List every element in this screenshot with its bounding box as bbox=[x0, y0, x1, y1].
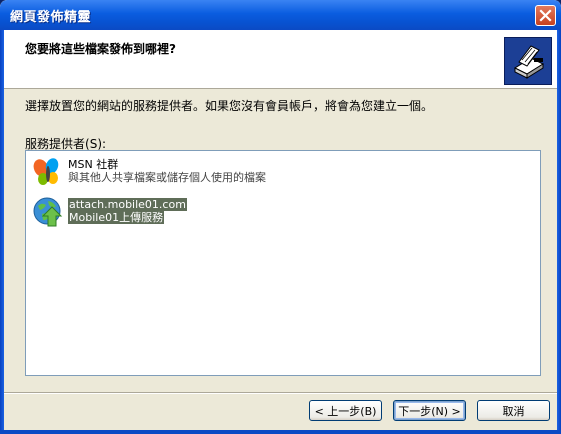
providers-label-accel: (S): bbox=[85, 137, 107, 151]
window-frame-left bbox=[0, 30, 4, 434]
wizard-question: 您要將這些檔案發佈到哪裡? bbox=[25, 42, 176, 56]
list-item-selected[interactable]: attach.mobile01.com Mobile01上傳服務 bbox=[32, 196, 212, 230]
title-bar[interactable]: 網頁發佈精靈 bbox=[0, 0, 561, 30]
close-icon bbox=[539, 9, 552, 22]
close-button[interactable] bbox=[535, 5, 556, 26]
button-separator bbox=[4, 392, 557, 394]
providers-label-text: 服務提供者 bbox=[25, 137, 86, 151]
back-button[interactable]: < 上一步(B) bbox=[309, 400, 382, 421]
window-frame-right bbox=[557, 30, 561, 434]
provider-description: Mobile01上傳服務 bbox=[68, 211, 165, 224]
publish-wizard-window: 網頁發佈精靈 您要將這些檔案發佈到哪裡? 選擇放置您的網站的服務提供者。如果您沒… bbox=[0, 0, 561, 434]
cancel-button[interactable]: 取消 bbox=[477, 400, 550, 421]
provider-name: MSN 社群 bbox=[68, 158, 119, 171]
publish-wizard-icon bbox=[504, 37, 552, 85]
window-title: 網頁發佈精靈 bbox=[10, 10, 92, 25]
provider-name: attach.mobile01.com bbox=[68, 198, 187, 211]
service-provider-list[interactable]: MSN 社群 與其他人共享檔案或儲存個人使用的檔案 attach.mobile0… bbox=[25, 150, 541, 376]
msn-butterfly-icon bbox=[32, 156, 64, 188]
next-button[interactable]: 下一步(N) > bbox=[393, 400, 466, 421]
window-frame-bottom bbox=[0, 430, 561, 434]
instruction-text: 選擇放置您的網站的服務提供者。如果您沒有會員帳戶，將會為您建立一個。 bbox=[25, 99, 434, 113]
globe-upload-icon bbox=[32, 196, 64, 228]
provider-description: 與其他人共享檔案或儲存個人使用的檔案 bbox=[68, 171, 266, 184]
wizard-header: 您要將這些檔案發佈到哪裡? bbox=[4, 30, 557, 89]
list-item[interactable]: MSN 社群 與其他人共享檔案或儲存個人使用的檔案 bbox=[32, 156, 312, 190]
